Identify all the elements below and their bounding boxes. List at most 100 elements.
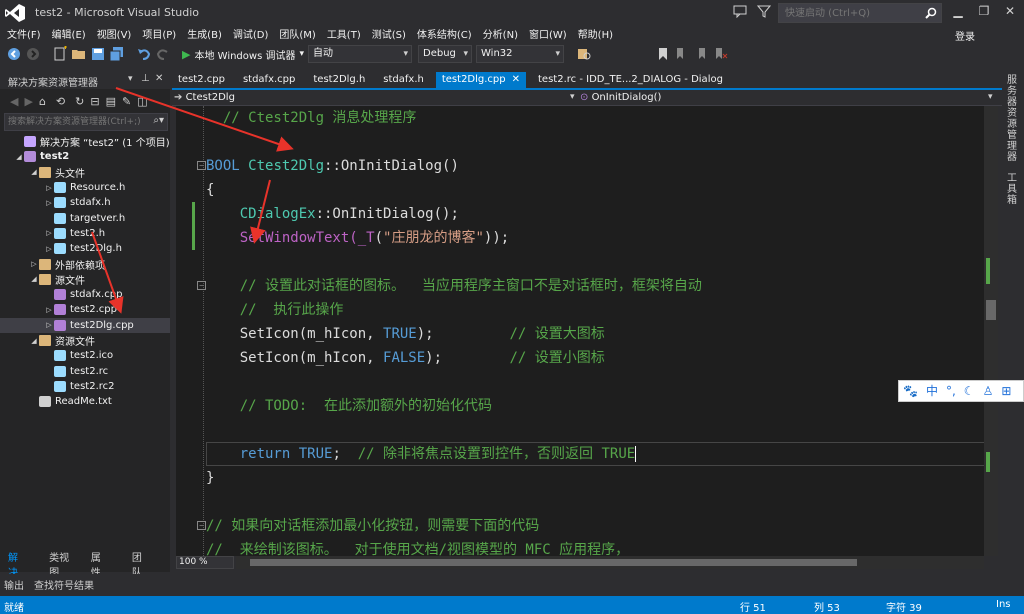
menu-item[interactable]: 视图(V) bbox=[97, 26, 132, 41]
expand-arrow-icon[interactable]: ▷ bbox=[44, 245, 54, 253]
tree-item[interactable]: ▷ test2Dlg.cpp bbox=[0, 317, 170, 333]
panel-close-icon[interactable]: ✕ bbox=[155, 73, 163, 84]
search-icon[interactable]: ⌕▾ bbox=[153, 115, 164, 126]
wrench-icon[interactable]: ✎ bbox=[122, 95, 131, 108]
tree-item[interactable]: ▷ Resource.h bbox=[0, 180, 170, 195]
fold-toggle-icon[interactable]: − bbox=[197, 521, 206, 530]
code-editor[interactable]: // Ctest2Dlg 消息处理程序 − BOOL Ctest2Dlg::On… bbox=[176, 106, 984, 556]
platform-dropdown[interactable]: Win32 bbox=[476, 45, 564, 63]
expand-arrow-icon[interactable]: ▷ bbox=[44, 306, 54, 314]
bookmark-icon[interactable] bbox=[655, 46, 671, 62]
properties-icon[interactable]: ▤ bbox=[106, 95, 116, 108]
document-tab[interactable]: test2.rc - IDD_TE...2_DIALOG - Dialog bbox=[532, 72, 729, 89]
save-icon[interactable] bbox=[90, 46, 106, 62]
sync-icon[interactable]: ⟲ bbox=[56, 95, 65, 108]
output-tab[interactable]: 查找符号结果 bbox=[34, 577, 94, 592]
start-debugging-button[interactable]: ▶ 本地 Windows 调试器 ▾ bbox=[182, 47, 304, 62]
menu-item[interactable]: 测试(S) bbox=[372, 26, 406, 41]
tree-item[interactable]: ▷ 外部依赖项 bbox=[0, 256, 170, 272]
close-button[interactable]: ✕ bbox=[998, 0, 1022, 22]
configuration-dropdown[interactable]: Debug bbox=[418, 45, 472, 63]
expand-arrow-icon[interactable]: ◢ bbox=[29, 168, 39, 176]
fold-toggle-icon[interactable]: − bbox=[197, 161, 206, 170]
filter-icon[interactable] bbox=[757, 4, 771, 18]
save-all-icon[interactable] bbox=[109, 46, 125, 62]
document-tab[interactable]: stdafx.cpp bbox=[237, 72, 301, 89]
tree-item[interactable]: ReadMe.txt bbox=[0, 394, 170, 409]
zoom-dropdown[interactable]: 100 % bbox=[176, 556, 234, 569]
tree-item[interactable]: ◢ 头文件 bbox=[0, 165, 170, 180]
tree-item[interactable]: targetver.h bbox=[0, 210, 170, 225]
preview-icon[interactable]: ◫ bbox=[137, 95, 147, 108]
chevron-down-icon[interactable]: ▾ bbox=[988, 92, 993, 102]
menu-item[interactable]: 帮助(H) bbox=[578, 26, 613, 41]
refresh-icon[interactable]: ↻ bbox=[75, 95, 84, 108]
expand-arrow-icon[interactable]: ◢ bbox=[29, 275, 39, 283]
menu-item[interactable]: 编辑(E) bbox=[52, 26, 86, 41]
expand-arrow-icon[interactable]: ▷ bbox=[44, 321, 54, 329]
undo-icon[interactable] bbox=[136, 46, 152, 62]
expand-arrow-icon[interactable]: ▷ bbox=[44, 229, 54, 237]
back-icon[interactable]: ◀ bbox=[10, 95, 18, 108]
tree-item[interactable]: test2.rc bbox=[0, 363, 170, 378]
menu-item[interactable]: 分析(N) bbox=[483, 26, 518, 41]
tree-item[interactable]: ◢ 资源文件 bbox=[0, 333, 170, 348]
solution-config-auto-dropdown[interactable]: 自动 bbox=[308, 45, 412, 63]
expand-arrow-icon[interactable]: ▷ bbox=[44, 199, 54, 207]
back-icon[interactable] bbox=[6, 46, 22, 62]
tree-item[interactable]: 解决方案 “test2” (1 个项目) bbox=[0, 134, 170, 149]
tab-close-icon[interactable]: ✕ bbox=[512, 74, 520, 85]
collapse-all-icon[interactable]: ⊟ bbox=[90, 95, 99, 108]
document-tab[interactable]: test2Dlg.h bbox=[307, 72, 371, 89]
side-tool-tab[interactable]: 服务器资源管理器 bbox=[1007, 75, 1019, 163]
prev-bookmark-icon[interactable] bbox=[674, 46, 690, 62]
forward-icon[interactable] bbox=[25, 46, 41, 62]
new-project-icon[interactable] bbox=[52, 46, 68, 62]
fold-toggle-icon[interactable]: − bbox=[197, 281, 206, 290]
menu-item[interactable]: 文件(F) bbox=[7, 26, 41, 41]
restore-button[interactable]: ❐ bbox=[972, 0, 996, 22]
menu-item[interactable]: 团队(M) bbox=[279, 26, 315, 41]
menu-item[interactable]: 生成(B) bbox=[187, 26, 222, 41]
search-icon[interactable] bbox=[925, 7, 937, 19]
quick-launch-input[interactable] bbox=[779, 4, 919, 22]
open-folder-icon[interactable] bbox=[71, 46, 87, 62]
chevron-down-icon[interactable]: ▾ bbox=[570, 92, 575, 102]
panel-menu-icon[interactable]: ▾ bbox=[128, 74, 133, 84]
document-tab[interactable]: test2.cpp bbox=[172, 72, 231, 89]
tree-item[interactable]: test2.rc2 bbox=[0, 379, 170, 394]
forward-icon[interactable]: ▶ bbox=[24, 95, 32, 108]
expand-arrow-icon[interactable]: ▷ bbox=[29, 260, 39, 268]
feedback-icon[interactable] bbox=[733, 4, 747, 18]
tree-item[interactable]: stdafx.cpp bbox=[0, 287, 170, 302]
home-icon[interactable]: ⌂ bbox=[39, 95, 46, 108]
tree-item[interactable]: ▷ test2Dlg.h bbox=[0, 241, 170, 256]
tree-item[interactable]: ◢ 源文件 bbox=[0, 272, 170, 287]
horizontal-scroll-thumb[interactable] bbox=[250, 559, 857, 566]
moon-icon[interactable]: ☾ bbox=[964, 381, 975, 401]
expand-arrow-icon[interactable]: ◢ bbox=[29, 337, 39, 345]
menu-item[interactable]: 项目(P) bbox=[142, 26, 176, 41]
vertical-scrollbar[interactable] bbox=[984, 106, 998, 556]
clear-bookmarks-icon[interactable] bbox=[712, 46, 728, 62]
expand-arrow-icon[interactable]: ◢ bbox=[14, 153, 24, 161]
ime-toolbar[interactable]: 🐾 中 °, ☾ ♙ ⊞ bbox=[898, 380, 1024, 402]
tree-item[interactable]: ▷ test2.cpp bbox=[0, 302, 170, 317]
tree-item[interactable]: ▷ test2.h bbox=[0, 226, 170, 241]
menu-item[interactable]: 窗口(W) bbox=[529, 26, 567, 41]
paw-icon[interactable]: 🐾 bbox=[903, 381, 918, 401]
document-tab[interactable]: stdafx.h bbox=[377, 72, 430, 89]
solution-search-box[interactable]: ⌕▾ bbox=[4, 113, 168, 131]
vertical-scroll-thumb[interactable] bbox=[986, 300, 996, 320]
menu-item[interactable]: 调试(D) bbox=[233, 26, 269, 41]
expand-arrow-icon[interactable]: ▷ bbox=[44, 184, 54, 192]
output-tab[interactable]: 输出 bbox=[4, 577, 24, 592]
grid-icon[interactable]: ⊞ bbox=[1001, 381, 1011, 401]
minimize-button[interactable]: ▁ bbox=[946, 0, 970, 22]
side-tool-tab[interactable]: 工具箱 bbox=[1007, 173, 1019, 206]
find-in-files-icon[interactable] bbox=[576, 46, 592, 62]
document-tab[interactable]: test2Dlg.cpp ✕ bbox=[435, 72, 527, 89]
redo-icon[interactable] bbox=[155, 46, 171, 62]
tree-item[interactable]: ◢ test2 bbox=[0, 149, 170, 164]
pin-icon[interactable]: ⊥ bbox=[141, 73, 150, 84]
